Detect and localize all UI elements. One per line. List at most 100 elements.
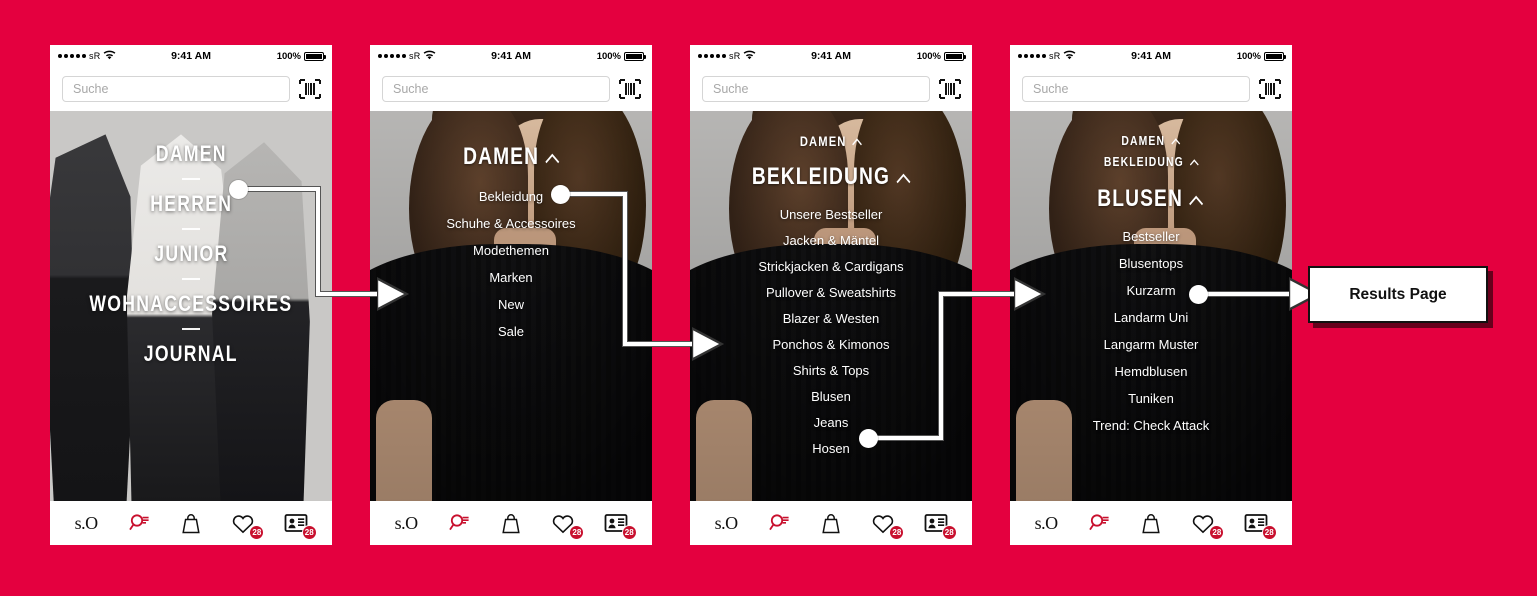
menu-divider xyxy=(182,278,200,280)
battery-full-icon xyxy=(1264,51,1286,61)
submenu-item-ponchos-kimonos[interactable]: Ponchos & Kimonos xyxy=(772,337,889,352)
submenu-item-sale[interactable]: Sale xyxy=(498,324,524,339)
submenu-item-bestseller[interactable]: Bestseller xyxy=(1122,229,1179,244)
search-input[interactable]: Suche xyxy=(702,76,930,102)
hero-image-1: DAMEN HERREN JUNIOR WOHNACCESSOIRES JOUR… xyxy=(50,111,332,501)
search-input[interactable]: Suche xyxy=(382,76,610,102)
flow-diagram-canvas: sR 9:41 AM 100% Suche DAMEN HERREN JUNIO… xyxy=(0,0,1537,596)
results-page-box[interactable]: Results Page xyxy=(1308,266,1488,323)
barcode-scanner-icon[interactable] xyxy=(618,77,642,101)
menu-divider xyxy=(182,328,200,330)
connector-dot-blusen[interactable] xyxy=(859,429,878,448)
submenu-item-strickjacken-cardigans[interactable]: Strickjacken & Cardigans xyxy=(758,259,903,274)
connector-dot-damen[interactable] xyxy=(229,180,248,199)
nav-bag-button[interactable] xyxy=(494,508,528,538)
bottom-nav-4: s.O 28 28 xyxy=(1010,501,1292,545)
status-bar: sR 9:41 AM 100% xyxy=(50,45,332,67)
submenu-item-hosen[interactable]: Hosen xyxy=(812,441,850,456)
submenu-item-trend-check-attack[interactable]: Trend: Check Attack xyxy=(1093,418,1210,433)
submenu-item-kurzarm[interactable]: Kurzarm xyxy=(1126,283,1175,298)
search-input[interactable]: Suche xyxy=(1022,76,1250,102)
connector-dot-bekleidung[interactable] xyxy=(551,185,570,204)
submenu-item-marken[interactable]: Marken xyxy=(489,270,532,285)
menu-divider xyxy=(182,228,200,230)
menu-header-bekleidung[interactable]: BEKLEIDUNG xyxy=(752,163,911,191)
nav-brand-logo[interactable]: s.O xyxy=(709,508,743,538)
signal-dots-icon xyxy=(58,54,86,58)
s-oliver-logo: s.O xyxy=(714,512,739,533)
menu-header-damen[interactable]: DAMEN xyxy=(463,143,560,171)
magnifier-icon xyxy=(768,514,789,531)
signal-dots-icon xyxy=(698,54,726,58)
nav-account-button[interactable]: 28 xyxy=(919,508,957,540)
submenu-item-hemdblusen[interactable]: Hemdblusen xyxy=(1115,364,1188,379)
submenu-item-tuniken[interactable]: Tuniken xyxy=(1128,391,1174,406)
submenu-item-blusen[interactable]: Blusen xyxy=(811,389,851,404)
submenu-item-blazer-westen[interactable]: Blazer & Westen xyxy=(783,311,880,326)
submenu-item-jacken-maentel[interactable]: Jacken & Mäntel xyxy=(783,233,879,248)
phone-screen-1: sR 9:41 AM 100% Suche DAMEN HERREN JUNIO… xyxy=(50,45,332,545)
nav-wishlist-button[interactable]: 28 xyxy=(546,508,585,540)
menu-header-label: DAMEN xyxy=(1121,133,1166,148)
results-page-label: Results Page xyxy=(1349,285,1447,303)
wishlist-badge: 28 xyxy=(249,525,265,540)
nav-search-button[interactable] xyxy=(762,508,796,538)
carrier-label: sR xyxy=(1049,51,1061,61)
submenu-item-blusentops[interactable]: Blusentops xyxy=(1119,256,1183,271)
menu-item-journal[interactable]: JOURNAL xyxy=(144,341,238,367)
bottom-nav-2: s.O 28 28 xyxy=(370,501,652,545)
carrier-label: sR xyxy=(409,51,421,61)
barcode-scanner-icon[interactable] xyxy=(298,77,322,101)
connector-dot-blusentops[interactable] xyxy=(1189,285,1208,304)
submenu-item-jeans[interactable]: Jeans xyxy=(814,415,849,430)
submenu-item-langarm-muster[interactable]: Langarm Muster xyxy=(1104,337,1199,352)
phone-screen-4: sR 9:41 AM 100% Suche DAMEN BEKLEIDUNG B… xyxy=(1010,45,1292,545)
battery-percent-label: 100% xyxy=(596,50,621,62)
nav-bag-button[interactable] xyxy=(814,508,848,538)
search-input[interactable]: Suche xyxy=(62,76,290,102)
nav-search-button[interactable] xyxy=(122,508,156,538)
submenu-item-pullover-sweatshirts[interactable]: Pullover & Sweatshirts xyxy=(766,285,896,300)
magnifier-icon xyxy=(128,514,149,531)
menu-item-wohnaccessoires[interactable]: WOHNACCESSOIRES xyxy=(89,291,292,317)
menu-header-damen[interactable]: DAMEN xyxy=(1122,133,1181,148)
hero-image-4: DAMEN BEKLEIDUNG BLUSEN Bestseller Bluse… xyxy=(1010,111,1292,501)
magnifier-icon xyxy=(1088,514,1109,531)
nav-brand-logo[interactable]: s.O xyxy=(389,508,423,538)
menu-item-damen[interactable]: DAMEN xyxy=(156,141,227,167)
nav-bag-button[interactable] xyxy=(174,508,208,538)
barcode-scanner-icon[interactable] xyxy=(1258,77,1282,101)
nav-wishlist-button[interactable]: 28 xyxy=(866,508,905,540)
submenu-item-new[interactable]: New xyxy=(498,297,524,312)
barcode-scanner-icon[interactable] xyxy=(938,77,962,101)
submenu-item-modethemen[interactable]: Modethemen xyxy=(473,243,549,258)
nav-account-button[interactable]: 28 xyxy=(1239,508,1277,540)
nav-wishlist-button[interactable]: 28 xyxy=(1186,508,1225,540)
menu-header-damen[interactable]: DAMEN xyxy=(800,133,863,149)
submenu-item-shirts-tops[interactable]: Shirts & Tops xyxy=(793,363,869,378)
status-bar: sR 9:41 AM 100% xyxy=(690,45,972,67)
nav-search-button[interactable] xyxy=(442,508,476,538)
menu-header-label: DAMEN xyxy=(462,143,539,170)
nav-bag-button[interactable] xyxy=(1134,508,1168,538)
menu-header-bekleidung[interactable]: BEKLEIDUNG xyxy=(1103,154,1199,169)
menu-item-herren[interactable]: HERREN xyxy=(150,191,232,217)
menu-item-junior[interactable]: JUNIOR xyxy=(154,241,228,267)
nav-account-button[interactable]: 28 xyxy=(599,508,637,540)
submenu-item-landarm-uni[interactable]: Landarm Uni xyxy=(1114,310,1188,325)
submenu-item-unsere-bestseller[interactable]: Unsere Bestseller xyxy=(780,207,883,222)
battery-percent-label: 100% xyxy=(1236,50,1261,62)
submenu-item-bekleidung[interactable]: Bekleidung xyxy=(479,189,543,204)
submenu-item-schuhe-accessoires[interactable]: Schuhe & Accessoires xyxy=(446,216,575,231)
nav-account-button[interactable]: 28 xyxy=(279,508,317,540)
wifi-icon xyxy=(103,50,116,63)
account-badge: 28 xyxy=(621,525,637,540)
nav-search-button[interactable] xyxy=(1082,508,1116,538)
menu-header-label: DAMEN xyxy=(799,133,847,149)
wishlist-badge: 28 xyxy=(569,525,585,540)
nav-brand-logo[interactable]: s.O xyxy=(69,508,103,538)
menu-header-blusen[interactable]: BLUSEN xyxy=(1098,185,1204,213)
search-bar: Suche xyxy=(50,67,332,111)
nav-wishlist-button[interactable]: 28 xyxy=(226,508,265,540)
nav-brand-logo[interactable]: s.O xyxy=(1029,508,1063,538)
